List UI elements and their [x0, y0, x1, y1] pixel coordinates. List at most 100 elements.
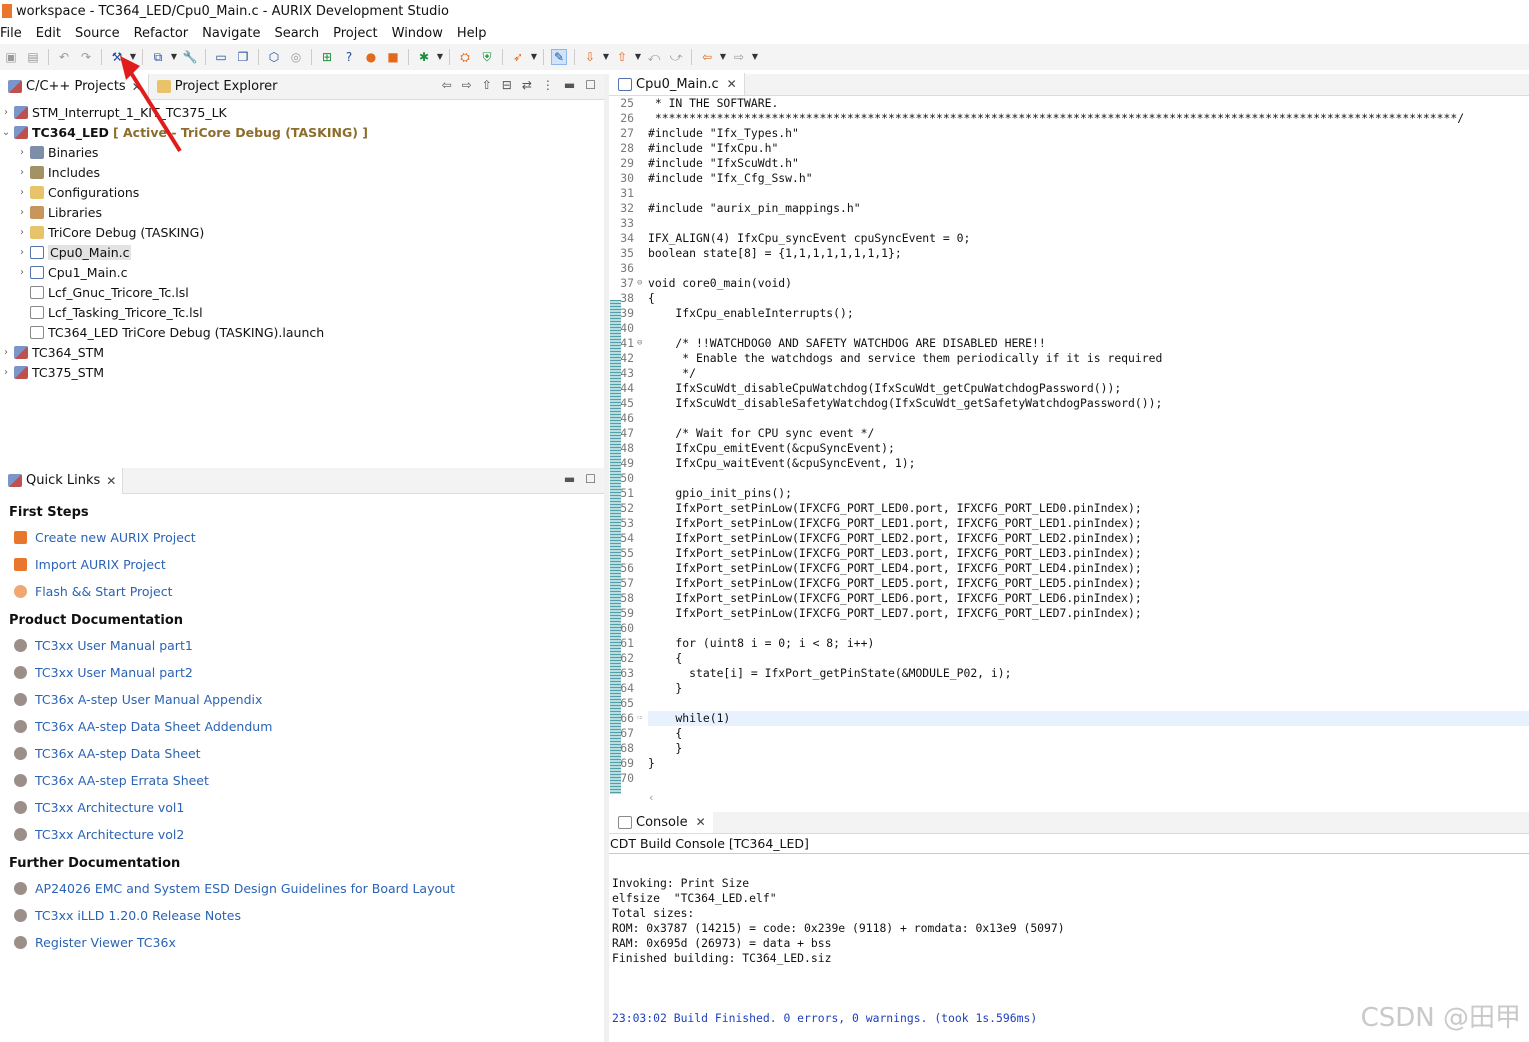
tree-item[interactable]: › TC364_STM	[0, 342, 604, 362]
tree-item[interactable]: ⌄ TC364_LED[ Active - TriCore Debug (TASK…	[0, 122, 604, 142]
gutter-marker[interactable]	[637, 381, 648, 396]
new-window-icon[interactable]: ❐	[235, 49, 251, 65]
maximize-icon[interactable]: ☐	[585, 78, 596, 92]
close-icon[interactable]: ✕	[696, 815, 706, 829]
gutter-marker[interactable]	[637, 591, 648, 606]
twisty-icon[interactable]: ›	[16, 207, 28, 218]
gutter-marker[interactable]: ⊖	[637, 336, 648, 351]
gutter-marker[interactable]	[637, 486, 648, 501]
build-target-icon[interactable]: ⧉	[150, 49, 166, 65]
gutter-marker[interactable]	[637, 681, 648, 696]
gutter-marker[interactable]	[637, 576, 648, 591]
gutter-marker[interactable]	[637, 126, 648, 141]
menu-search[interactable]: Search	[267, 26, 326, 41]
gutter-marker[interactable]	[637, 771, 648, 786]
gutter-marker[interactable]	[637, 756, 648, 771]
tree-item[interactable]: › Cpu0_Main.c	[0, 242, 604, 262]
undo-icon[interactable]: ↶	[56, 49, 72, 65]
gutter-marker[interactable]	[637, 231, 648, 246]
gutter-marker[interactable]	[637, 396, 648, 411]
chip-config-icon[interactable]: ⊞	[319, 49, 335, 65]
menu-edit[interactable]: Edit	[29, 26, 68, 41]
gutter-marker[interactable]: ⊖	[637, 276, 648, 291]
minimize-icon[interactable]: ▬	[564, 472, 575, 486]
help-icon[interactable]: ?	[341, 49, 357, 65]
gutter-marker[interactable]: ⇨	[637, 711, 648, 726]
quick-link[interactable]: TC36x AA-step Data Sheet	[9, 740, 604, 767]
quick-link[interactable]: AP24026 EMC and System ESD Design Guidel…	[9, 875, 604, 902]
chevron-down-icon[interactable]: ▼	[530, 49, 538, 65]
quick-link[interactable]: TC3xx User Manual part1	[9, 632, 604, 659]
gutter-marker[interactable]	[637, 201, 648, 216]
gutter-marker[interactable]	[637, 216, 648, 231]
build-hammer-icon[interactable]: ⚒	[109, 49, 125, 65]
up-icon[interactable]: ⇧	[482, 78, 492, 92]
menu-navigate[interactable]: Navigate	[195, 26, 267, 41]
flash-icon[interactable]: ■	[385, 49, 401, 65]
gutter-marker[interactable]	[637, 291, 648, 306]
gutter-marker[interactable]	[637, 546, 648, 561]
gutter-marker[interactable]	[637, 186, 648, 201]
gutter-marker[interactable]	[637, 471, 648, 486]
chevron-down-icon[interactable]: ▼	[634, 49, 642, 65]
gutter-marker[interactable]	[637, 261, 648, 276]
gutter-marker[interactable]	[637, 411, 648, 426]
gutter-marker[interactable]	[637, 696, 648, 711]
tab-cc-projects[interactable]: C/C++ Projects ✕	[0, 73, 149, 100]
twisty-icon[interactable]: ›	[16, 247, 28, 258]
chevron-down-icon[interactable]: ▼	[436, 49, 444, 65]
gutter-marker[interactable]	[637, 156, 648, 171]
shield-icon[interactable]: ⛨	[479, 49, 495, 65]
chevron-down-icon[interactable]: ▼	[129, 49, 137, 65]
twisty-icon[interactable]: ›	[16, 267, 28, 278]
view-menu-icon[interactable]: ⋮	[542, 78, 554, 92]
tree-item[interactable]: › Binaries	[0, 142, 604, 162]
back-icon[interactable]: ⇦	[442, 78, 452, 92]
twisty-icon[interactable]: ›	[0, 347, 12, 358]
collapse-all-icon[interactable]: ⊟	[502, 78, 512, 92]
tree-item[interactable]: › Libraries	[0, 202, 604, 222]
prev-annotation-icon[interactable]: ⇧	[614, 49, 630, 65]
monitor-icon[interactable]: ▭	[213, 49, 229, 65]
close-icon[interactable]: ✕	[106, 474, 116, 488]
target-icon[interactable]: ◎	[288, 49, 304, 65]
gutter-marker[interactable]	[637, 111, 648, 126]
tab-quick-links[interactable]: Quick Links ✕	[0, 467, 124, 494]
gutter-marker[interactable]	[637, 141, 648, 156]
aurix-icon[interactable]: ●	[363, 49, 379, 65]
link-editor-icon[interactable]: ⇄	[522, 78, 532, 92]
tree-item[interactable]: › TC375_STM	[0, 362, 604, 382]
quick-link[interactable]: Register Viewer TC36x	[9, 929, 604, 956]
quick-link[interactable]: TC36x AA-step Data Sheet Addendum	[9, 713, 604, 740]
quick-link[interactable]: TC3xx Architecture vol2	[9, 821, 604, 848]
tab-project-explorer[interactable]: Project Explorer	[149, 74, 284, 100]
last-edit-icon[interactable]: ⤺	[646, 49, 662, 65]
quick-link[interactable]: TC3xx User Manual part2	[9, 659, 604, 686]
menu-window[interactable]: Window	[385, 26, 450, 41]
chip-icon[interactable]: ⬡	[266, 49, 282, 65]
gutter-marker[interactable]	[637, 741, 648, 756]
chevron-down-icon[interactable]: ▼	[719, 49, 727, 65]
quick-link[interactable]: TC36x AA-step Errata Sheet	[9, 767, 604, 794]
chevron-down-icon[interactable]: ▼	[751, 49, 759, 65]
gutter-marker[interactable]	[637, 441, 648, 456]
quick-link[interactable]: TC3xx Architecture vol1	[9, 794, 604, 821]
tree-item[interactable]: › Includes	[0, 162, 604, 182]
quick-link[interactable]: Create new AURIX Project	[9, 524, 604, 551]
gutter-marker[interactable]	[637, 606, 648, 621]
next-annotation-icon[interactable]: ⇩	[582, 49, 598, 65]
quick-link[interactable]: Flash && Start Project	[9, 578, 604, 605]
maximize-icon[interactable]: ☐	[585, 472, 596, 486]
quick-link[interactable]: Import AURIX Project	[9, 551, 604, 578]
forward-edit-icon[interactable]: ⤻	[668, 49, 684, 65]
gutter-marker[interactable]	[637, 666, 648, 681]
horizontal-scrollbar[interactable]: ‹	[649, 791, 653, 804]
rocket-icon[interactable]: ➶	[510, 49, 526, 65]
gutter-marker[interactable]	[637, 636, 648, 651]
twisty-icon[interactable]: ›	[16, 147, 28, 158]
tree-item[interactable]: › TriCore Debug (TASKING)	[0, 222, 604, 242]
gutter-marker[interactable]	[637, 726, 648, 741]
tree-item[interactable]: › STM_Interrupt_1_KIT_TC375_LK	[0, 102, 604, 122]
forward-icon[interactable]: ⇨	[462, 78, 472, 92]
twisty-icon[interactable]: ›	[16, 167, 28, 178]
